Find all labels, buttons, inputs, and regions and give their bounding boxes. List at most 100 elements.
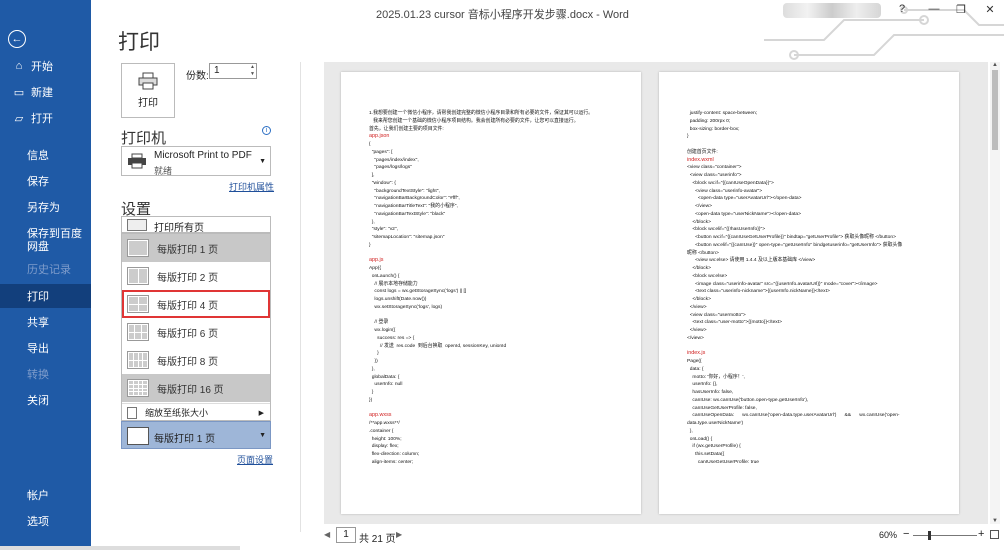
sidebar-item-open[interactable]: ▱ 打开 [0,106,91,130]
thumbnail-cell [129,381,133,384]
sidebar-item-save-as[interactable]: 另存为 [0,195,91,219]
horizontal-scrollbar[interactable] [0,546,240,550]
thumbnail-cell [129,269,138,283]
info-icon[interactable]: i [262,126,271,135]
text-line: </block> [687,219,711,225]
backstage-sidebar: ← ⌂ 开始 ▭ 新建 ▱ 打开 信息 保存 另存为 保存到百度网盘 历史记录 … [0,0,91,550]
thumbnail-cell [143,381,147,384]
scale-to-paper-option[interactable]: 缩放至纸张大小 ▶ [122,403,270,421]
pages-per-sheet-option[interactable]: 每版打印 8 页 [122,346,270,374]
sidebar-item-save-to-baidu[interactable]: 保存到百度网盘 [0,226,91,256]
sidebar-item-home[interactable]: ⌂ 开始 [0,54,91,78]
text-line: height: 100%; [369,436,402,442]
code-file-heading: app.js [369,257,384,264]
layout-thumbnail-icon [127,379,149,397]
sidebar-item-label: 选项 [27,516,49,528]
sidebar-item-options[interactable]: 选项 [0,509,91,533]
scroll-down-icon[interactable]: ▼ [992,518,998,524]
text-line: "sitemapLocation": "sitemap.json" [369,235,445,240]
pages-per-sheet-option[interactable]: 每版打印 6 页 [122,318,270,346]
pages-per-sheet-value: 每版打印 1 页 [154,434,216,445]
code-file-heading: app.wxss [369,412,392,419]
thumbnail-cell [143,388,147,392]
preview-scrollbar[interactable]: ▲ ▼ [990,62,1000,524]
zoom-slider-track[interactable] [913,535,977,536]
zoom-level[interactable]: 60% [879,530,897,540]
text-line: wx.setStorageSync('logs', logs) [369,304,443,310]
account-name-blurred [783,3,881,18]
current-page-input[interactable]: 1 [336,527,356,543]
text-line: }, [369,219,375,225]
thumbnail-cell [143,360,147,367]
option-label: 每版打印 4 页 [157,300,219,312]
sidebar-item-label: 保存 [27,176,49,188]
sidebar-item-save[interactable]: 保存 [0,169,91,193]
preview-page-left: 1.我想要创建一个微信小程序，请帮我创建完整的微信小程序目录和所有必要的文件，保… [341,72,641,514]
print-range-select[interactable]: 打印所有页 [121,216,271,234]
sidebar-item-info[interactable]: 信息 [0,143,91,167]
pages-per-sheet-dropdown: 每版打印 1 页 每版打印 2 页 每版打印 4 页 每版打印 6 页 每版打印… [121,233,271,421]
text-line: "style": "v2", [369,227,398,233]
pages-per-sheet-option[interactable]: 每版打印 16 页 [122,374,270,402]
print-button[interactable]: 打印 [121,63,175,118]
sidebar-item-label: 共享 [27,317,49,329]
text-line: <view class="container"> [687,165,742,171]
sidebar-item-close[interactable]: 关闭 [0,388,91,412]
home-icon: ⌂ [15,60,23,72]
restore-button[interactable]: ❐ [952,3,970,19]
code-file-heading: app.json [369,133,390,140]
text-line: motto: '你好，小程序！', [687,374,745,380]
sidebar-item-share[interactable]: 共享 [0,310,91,334]
pages-per-sheet-option[interactable]: 每版打印 2 页 [122,262,270,290]
text-line: <text class="user-motto">{{motto}}</text… [687,320,782,326]
text-line: } [369,242,371,248]
pages-per-sheet-option[interactable]: 每版打印 1 页 [122,234,270,262]
fit-page-icon[interactable] [990,530,999,539]
thumbnail-cell [138,297,147,304]
printer-section-title: 打印机 [121,130,167,147]
pages-icon [127,219,147,231]
pages-per-sheet-option-selected[interactable]: 每版打印 4 页 [122,290,270,318]
spinner-icon[interactable]: ▲ ▼ [250,64,255,78]
thumbnail-cell [129,392,133,395]
previous-page-icon[interactable]: ◀ [324,530,330,539]
page-setup-link[interactable]: 页面设置 [237,453,273,466]
thumbnail-cell [133,392,138,395]
text-line: canIUseGetUserProfile: true [687,459,760,465]
text-line: <view class="userinfo-avatar"> [687,188,763,194]
printer-properties-link[interactable]: 打印机属性 [229,180,274,193]
next-page-icon[interactable]: ▶ [396,530,402,539]
printer-select[interactable]: Microsoft Print to PDF 就绪 ▼ [121,146,271,176]
text-line: userInfo: null [369,382,403,388]
zoom-slider-handle[interactable] [928,531,931,540]
option-label: 每版打印 8 页 [157,356,219,368]
zoom-in-button[interactable]: + [978,528,984,540]
text-line: data: { [687,366,704,372]
print-button-label: 打印 [138,98,158,109]
thumbnail-cell [135,332,141,339]
layout-thumbnail-icon [127,239,149,257]
text-line: 昵称 </button> [687,250,719,256]
copies-label: 份数: [186,71,209,82]
sidebar-item-label: 导出 [27,343,49,355]
zoom-out-button[interactable]: − [903,528,909,540]
text-line: <view class="userinfo"> [687,173,742,178]
sidebar-item-new[interactable]: ▭ 新建 [0,80,91,104]
minimize-button[interactable]: — [925,3,943,19]
sidebar-item-label: 关闭 [27,395,49,407]
layout-thumbnail-icon [127,351,149,369]
pages-per-sheet-select[interactable]: 每版打印 1 页 ▼ [121,421,271,449]
close-button[interactable]: ✕ [981,3,999,19]
copies-input[interactable]: 1 ▲ ▼ [209,63,257,79]
thumbnail-cell [133,381,138,384]
chevron-down-icon: ▼ [259,158,266,165]
scrollbar-thumb[interactable] [992,70,998,150]
page-content: justify-content: space-between; padding:… [687,110,947,467]
back-arrow-icon[interactable]: ← [8,30,26,48]
text-line: } [369,390,374,395]
scroll-up-icon[interactable]: ▲ [992,62,998,68]
sidebar-item-export[interactable]: 导出 [0,336,91,360]
sidebar-item-account[interactable]: 帐户 [0,483,91,507]
help-button[interactable]: ? [893,3,911,19]
sidebar-item-print[interactable]: 打印 [0,284,91,308]
